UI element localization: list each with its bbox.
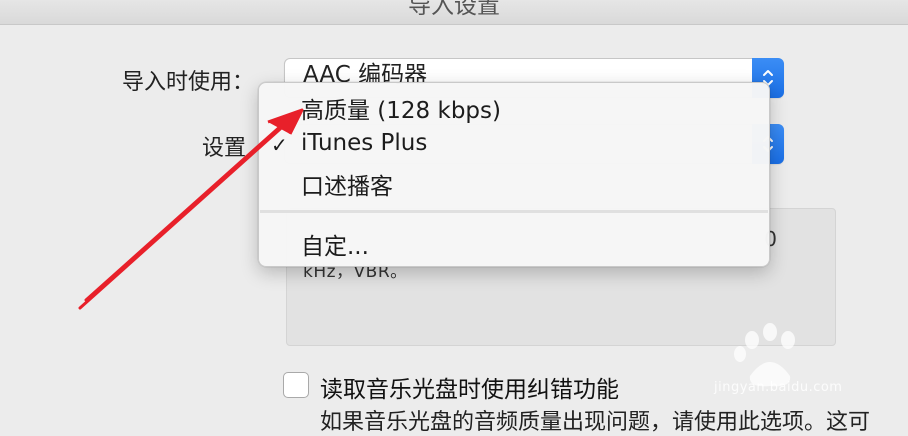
- red-arrow-annotation: [78, 108, 304, 310]
